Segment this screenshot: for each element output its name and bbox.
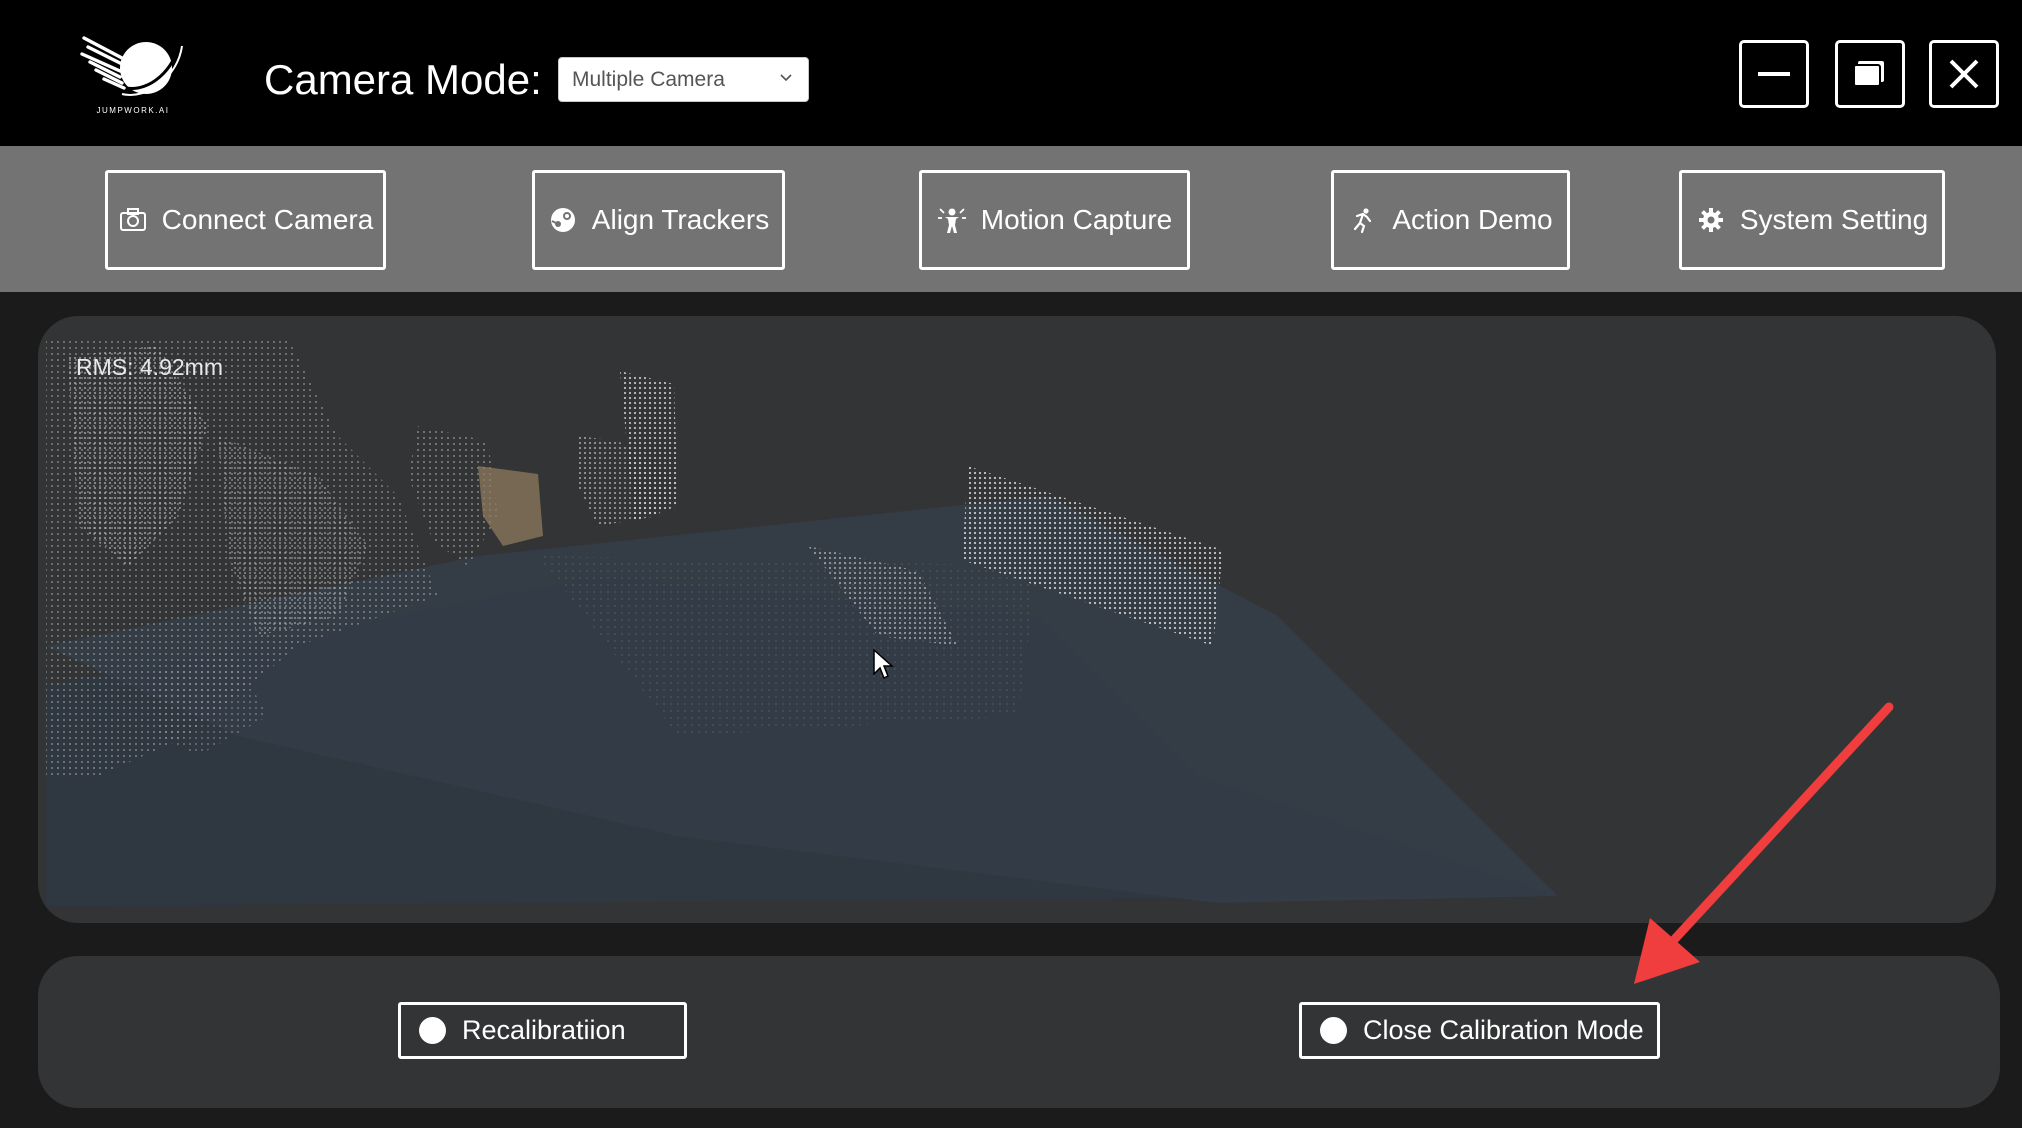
chevron-down-icon [780,74,792,82]
close-calibration-mode-button[interactable]: Close Calibration Mode [1299,1002,1660,1059]
rms-readout: RMS: 4.92mm [76,354,223,380]
person-motion-icon [937,208,966,233]
connect-camera-button[interactable]: Connect Camera [105,170,386,270]
action-demo-label: Action Demo [1392,204,1553,235]
camera-mode-value: Multiple Camera [572,68,725,91]
title-bar: JUMPWORK.AI Camera Mode: Multiple Camera [0,0,2022,146]
camera-mode-label: Camera Mode: [264,56,542,103]
running-icon [1354,208,1372,234]
align-trackers-label: Align Trackers [591,204,770,235]
logo-text: JUMPWORK.AI [96,106,170,115]
system-setting-label: System Setting [1739,204,1929,235]
gear-icon [1698,208,1723,232]
close-button[interactable] [1929,40,1999,108]
close-calibration-label: Close Calibration Mode [1363,1015,1644,1045]
motion-capture-label: Motion Capture [980,204,1173,235]
align-trackers-button[interactable]: Align Trackers [532,170,785,270]
app-logo: JUMPWORK.AI [78,30,188,120]
steam-icon [550,208,575,232]
maximize-button[interactable] [1835,40,1905,108]
system-setting-button[interactable]: System Setting [1679,170,1945,270]
point-cloud-scene [46,338,1558,906]
recalibration-label: Recalibratiion [462,1015,626,1045]
camera-mode-dropdown[interactable]: Multiple Camera [558,57,809,102]
logo-icon [80,36,183,96]
main-toolbar: Connect Camera Align Trackers Motion Cap… [0,146,2022,292]
maximize-icon [1853,61,1884,87]
close-icon [1949,59,1979,89]
radio-dot-icon [419,1017,446,1044]
point-cloud-viewport[interactable]: RMS: 4.92mm [38,316,1996,923]
camera-icon [119,208,146,231]
mouse-cursor-icon [873,648,894,680]
radio-dot-icon [1320,1017,1347,1044]
action-demo-button[interactable]: Action Demo [1331,170,1570,270]
connect-camera-label: Connect Camera [161,204,374,235]
motion-capture-button[interactable]: Motion Capture [919,170,1190,270]
recalibration-button[interactable]: Recalibratiion [398,1002,687,1059]
minimize-button[interactable] [1739,40,1809,108]
minimize-icon [1758,72,1790,76]
calibration-panel: Recalibratiion Close Calibration Mode [38,956,2000,1108]
